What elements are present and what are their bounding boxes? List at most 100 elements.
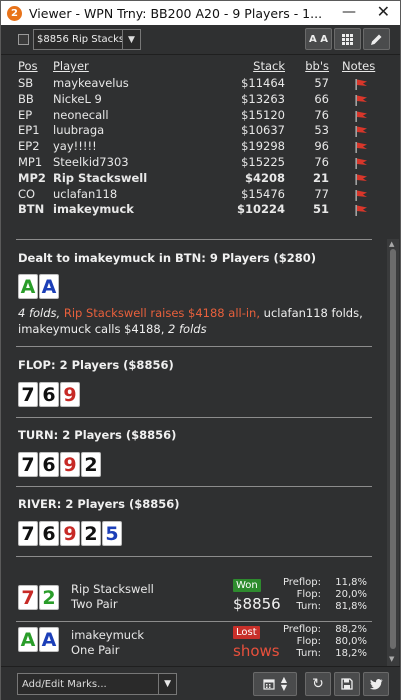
save-icon (341, 678, 353, 690)
playing-card: 7 (18, 382, 38, 407)
lost-status: shows (233, 642, 280, 660)
twitter-button[interactable] (363, 672, 389, 696)
seat-position: EP (18, 107, 33, 122)
seat-player-name[interactable]: neonecall (53, 108, 109, 122)
player-dropdown[interactable]: $8856 Rip Stackswel ▼ (33, 29, 141, 50)
divider (16, 621, 372, 622)
scroll-down-icon[interactable]: ▼ (389, 655, 394, 663)
seat-player-name[interactable]: yay!!!!! (53, 139, 97, 153)
seat-player-name[interactable]: maykeavelus (53, 76, 129, 90)
grid-button[interactable] (334, 28, 361, 50)
river-title: RIVER: 2 Players ($8856) (18, 497, 180, 511)
result-row: 72 Rip Stackswell Two Pair Won $8856 Pre… (1, 575, 387, 621)
playing-card: 9 (60, 452, 80, 477)
player-dropdown-value: $8856 Rip Stackswel (37, 34, 122, 45)
seat-player-name[interactable]: luubraga (53, 123, 104, 137)
refresh-button[interactable]: ↻ (305, 672, 331, 696)
divider (16, 556, 372, 557)
preflop-equity: 88,2% (335, 624, 367, 635)
note-flag-icon[interactable] (355, 173, 368, 185)
note-flag-icon[interactable] (355, 142, 368, 154)
seat-row[interactable]: MP2 Rip Stackswell $4208 21 (1, 171, 381, 187)
seat-player-name[interactable]: Steelkid7303 (53, 155, 129, 169)
seat-player-name[interactable]: uclafan118 (53, 187, 117, 201)
calendar-icon (263, 679, 275, 690)
seat-position: BB (18, 91, 34, 106)
hand-history: Dealt to imakeymuck in BTN: 9 Players ($… (1, 239, 387, 666)
player-header[interactable]: Player (53, 59, 89, 73)
seat-bb: 57 (314, 76, 329, 90)
hole-cards: AA (18, 274, 59, 299)
seat-position: CO (18, 186, 36, 201)
scroll-up-icon[interactable]: ▲ (389, 240, 394, 248)
result-row: AA imakeymuck One Pair Lost shows Preflo… (1, 623, 387, 666)
preflop-label: Preflop: (282, 624, 321, 635)
playing-card: 5 (102, 521, 122, 546)
seat-row[interactable]: EP2 yay!!!!! $19298 96 (1, 139, 381, 155)
font-size-button[interactable]: A A (305, 28, 332, 50)
seat-row[interactable]: EP neonecall $15120 76 (1, 108, 381, 124)
note-flag-icon[interactable] (355, 189, 368, 201)
action-fold: uclafan118 folds, (263, 306, 363, 320)
playing-card: 2 (39, 585, 59, 610)
minimize-button[interactable]: — (342, 4, 356, 20)
select-checkbox[interactable] (18, 34, 29, 45)
seat-row[interactable]: CO uclafan118 $15476 77 (1, 187, 381, 203)
notes-header[interactable]: Notes (342, 59, 375, 73)
edit-button[interactable] (363, 28, 390, 50)
pos-header[interactable]: Pos (18, 59, 38, 73)
marks-dropdown[interactable]: Add/Edit Marks... ▼ (17, 673, 177, 695)
seat-player-name[interactable]: NickeL 9 (53, 92, 102, 106)
seat-bb: 76 (314, 155, 329, 169)
seat-position: EP1 (18, 123, 40, 138)
result-cards: AA (18, 627, 59, 652)
flop-label: Flop: (296, 636, 321, 647)
flop-equity: 20,0% (335, 589, 367, 600)
turn-label: Turn: (296, 648, 321, 659)
won-amount: $8856 (233, 595, 281, 613)
seat-bb: 76 (314, 107, 329, 122)
playing-card: 7 (18, 452, 38, 477)
flop-title: FLOP: 2 Players ($8856) (18, 358, 174, 372)
seat-row[interactable]: BTN imakeymuck $10224 51 (1, 202, 381, 218)
close-button[interactable]: ✕ (377, 2, 390, 21)
bb-header[interactable]: bb's (305, 59, 329, 73)
turn-equity: 81,8% (335, 601, 367, 612)
seat-row[interactable]: MP1 Steelkid7303 $15225 76 (1, 155, 381, 171)
scrollbar[interactable]: ▲ ▼ (387, 239, 399, 666)
seat-bb: 51 (312, 202, 329, 217)
seat-position: MP1 (18, 155, 43, 169)
scrollbar-thumb[interactable] (390, 249, 396, 649)
seat-row[interactable]: SB maykeavelus $11464 57 (1, 76, 381, 92)
seat-player-name[interactable]: Rip Stackswell (53, 171, 147, 185)
note-flag-icon[interactable] (355, 158, 368, 169)
playing-card: 6 (39, 382, 59, 407)
seat-row[interactable]: EP1 luubraga $10637 53 (1, 123, 381, 139)
toolbar: $8856 Rip Stackswel ▼ A A (1, 25, 400, 55)
refresh-icon: ↻ (312, 676, 324, 692)
title-bar[interactable]: 2 Viewer - WPN Trny: BB200 A20 - 9 Playe… (1, 1, 400, 25)
action-folds: 4 folds, (18, 306, 61, 320)
action-folds-2: 2 folds (168, 322, 207, 336)
note-flag-icon[interactable] (355, 94, 368, 106)
equity-stats: Preflop: 11,8% Flop: 20,0% Turn: 81,8% (281, 577, 367, 613)
seat-row[interactable]: BB NickeL 9 $13263 66 (1, 92, 381, 108)
turn-equity: 18,2% (335, 648, 367, 659)
save-button[interactable] (334, 672, 360, 696)
chevron-down-icon: ▼ (122, 30, 140, 49)
seat-bb: 21 (312, 170, 329, 185)
note-flag-icon[interactable] (355, 79, 368, 90)
seat-stack: $13263 (241, 91, 285, 106)
date-button[interactable]: ▲ ▼ (253, 672, 297, 696)
note-flag-icon[interactable] (355, 205, 368, 217)
seat-stack: $11464 (241, 76, 285, 90)
flop-label: Flop: (296, 589, 321, 600)
seat-player-name[interactable]: imakeymuck (53, 202, 134, 216)
seat-position: SB (18, 76, 34, 90)
font-size-icon: A A (309, 33, 328, 45)
stack-header[interactable]: Stack (253, 59, 285, 73)
spinner-icon[interactable]: ▲ ▼ (281, 676, 287, 692)
note-flag-icon[interactable] (355, 110, 368, 122)
note-flag-icon[interactable] (355, 126, 368, 138)
seat-stack: $10224 (236, 202, 285, 217)
